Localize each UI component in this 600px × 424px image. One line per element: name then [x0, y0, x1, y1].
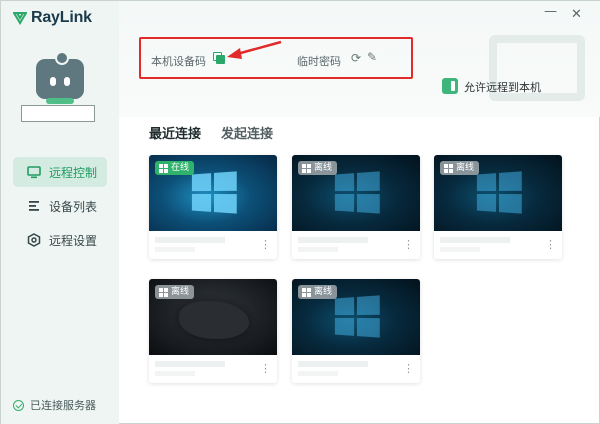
status-badge: 离线 — [155, 285, 195, 299]
minimize-button[interactable]: — — [544, 4, 557, 19]
refresh-icon[interactable]: ⟳ — [351, 52, 361, 64]
main-panel: — ✕ 本机设备码 临时密码 ⟳ ✎ 允许远程到本机 最近连接 发起连接 在线 — [119, 1, 600, 424]
device-card[interactable]: 在线 ⋮ — [149, 155, 277, 259]
device-card[interactable]: 离线 ⋮ — [292, 155, 420, 259]
app-logo: RayLink — [12, 9, 92, 27]
device-name-field[interactable] — [21, 105, 95, 122]
allow-remote-label: 允许远程到本机 — [464, 81, 541, 94]
more-options-icon[interactable]: ⋮ — [260, 363, 271, 374]
check-circle-icon — [13, 399, 24, 411]
device-card-footer: ⋮ — [149, 231, 277, 259]
connection-status: 已连接服务器 — [13, 397, 96, 413]
temp-password-label: 临时密码 — [297, 55, 341, 68]
avatar — [36, 51, 84, 104]
allow-remote-toggle[interactable] — [442, 78, 458, 94]
device-thumbnail: 离线 — [434, 155, 562, 231]
sidebar-item-remote-control[interactable]: 远程控制 — [13, 157, 107, 187]
tab-recent-connections[interactable]: 最近连接 — [149, 123, 201, 142]
device-thumbnail: 离线 — [292, 279, 420, 355]
windows-wallpaper-icon — [334, 171, 381, 215]
device-thumbnail: 离线 — [149, 279, 277, 355]
tab-initiate-connection[interactable]: 发起连接 — [221, 123, 273, 142]
device-thumbnail: 在线 — [149, 155, 277, 231]
device-card-footer: ⋮ — [292, 231, 420, 259]
close-button[interactable]: ✕ — [571, 7, 582, 22]
app-window: RayLink 远程控制 设备列表 远程设置 已连接服务器 — ✕ 本机设备码 … — [0, 0, 600, 424]
status-badge: 离线 — [298, 285, 338, 299]
windows-icon — [444, 163, 453, 173]
sidebar-item-label: 远程控制 — [49, 165, 98, 180]
windows-wallpaper-icon — [334, 295, 381, 339]
device-card-footer: ⋮ — [434, 231, 562, 259]
more-options-icon[interactable]: ⋮ — [403, 363, 414, 374]
device-card[interactable]: 离线 ⋮ — [434, 155, 562, 259]
monitor-icon — [27, 165, 41, 179]
annotation-arrow-icon — [227, 40, 282, 59]
more-options-icon[interactable]: ⋮ — [260, 239, 271, 250]
windows-wallpaper-icon — [191, 171, 238, 215]
windows-icon — [302, 287, 311, 297]
list-icon — [27, 199, 41, 213]
windows-icon — [302, 163, 311, 173]
island-wallpaper-icon — [179, 301, 249, 339]
windows-icon — [159, 287, 168, 297]
edit-icon[interactable]: ✎ — [367, 51, 377, 63]
sidebar: RayLink 远程控制 设备列表 远程设置 已连接服务器 — [1, 1, 119, 424]
sidebar-item-label: 远程设置 — [49, 233, 98, 248]
sidebar-item-remote-settings[interactable]: 远程设置 — [13, 225, 107, 255]
status-badge: 在线 — [155, 161, 195, 175]
device-card[interactable]: 离线 ⋮ — [292, 279, 420, 383]
more-options-icon[interactable]: ⋮ — [545, 239, 556, 250]
status-badge: 离线 — [298, 161, 338, 175]
windows-icon — [159, 163, 168, 173]
raylink-logo-icon — [12, 11, 28, 25]
sidebar-item-label: 设备列表 — [49, 199, 98, 214]
status-badge: 离线 — [440, 161, 480, 175]
app-name: RayLink — [31, 9, 92, 26]
windows-wallpaper-icon — [476, 171, 523, 215]
more-options-icon[interactable]: ⋮ — [403, 239, 414, 250]
device-card[interactable]: 离线 ⋮ — [149, 279, 277, 383]
settings-icon — [27, 233, 41, 247]
connection-status-text: 已连接服务器 — [30, 399, 96, 412]
device-code-label: 本机设备码 — [151, 55, 206, 68]
copy-icon[interactable] — [213, 52, 225, 64]
device-card-footer: ⋮ — [149, 355, 277, 383]
device-thumbnail: 离线 — [292, 155, 420, 231]
sidebar-item-device-list[interactable]: 设备列表 — [13, 191, 107, 221]
device-card-footer: ⋮ — [292, 355, 420, 383]
